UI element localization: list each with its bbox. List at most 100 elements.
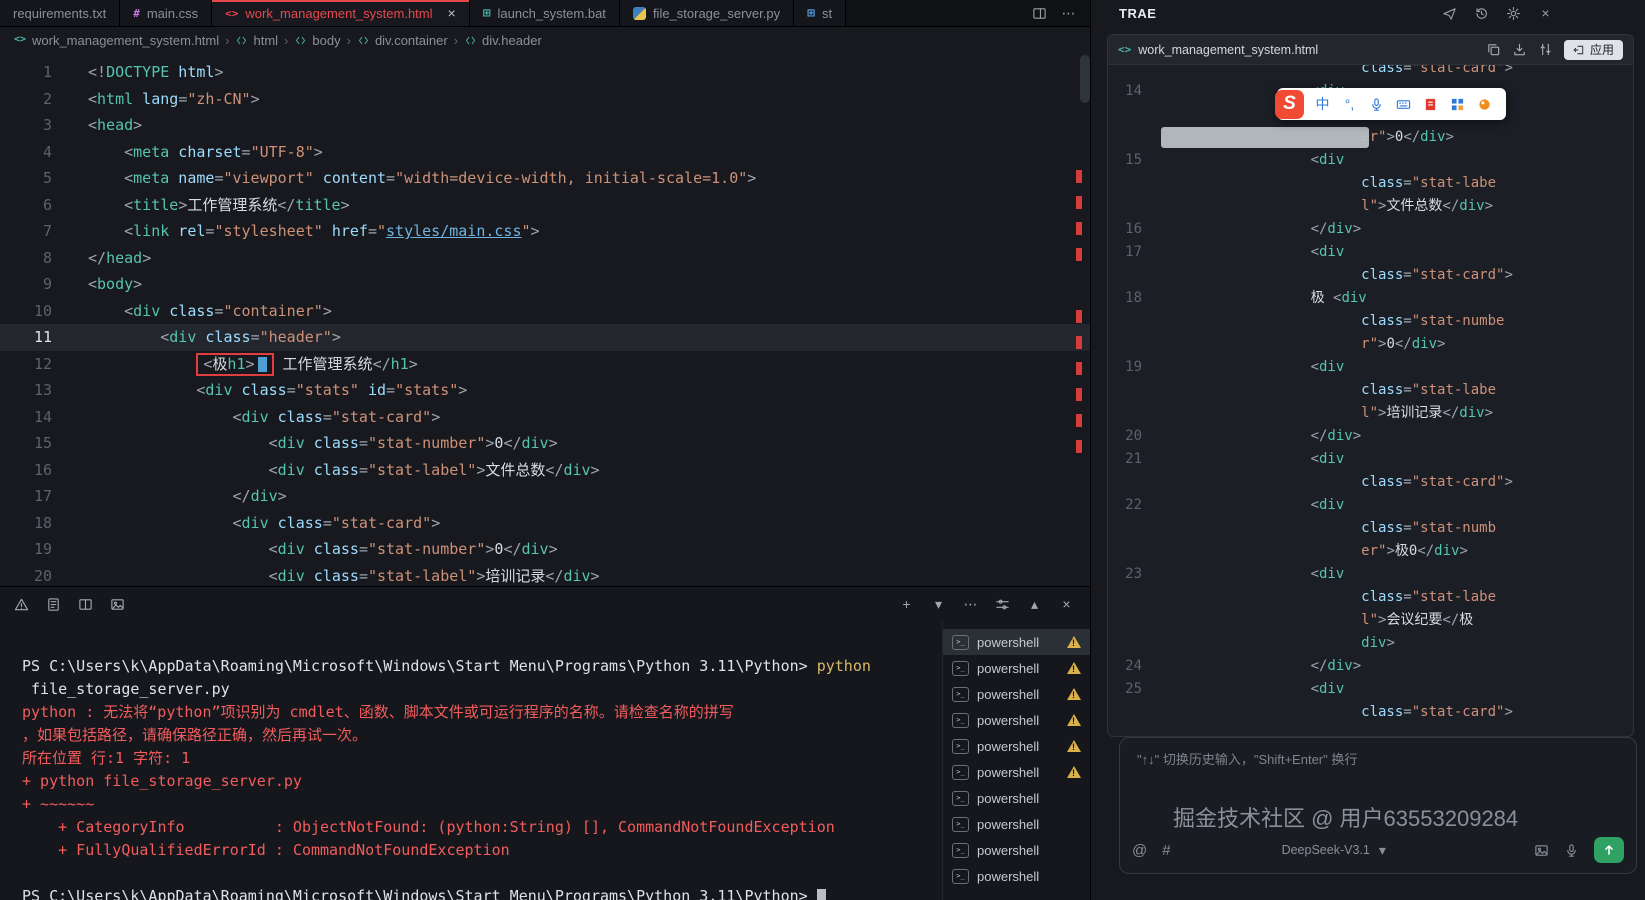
- line-number: 21: [1108, 448, 1142, 471]
- terminal-session-item[interactable]: >_powershell: [943, 759, 1090, 785]
- diff-code-icon[interactable]: [1538, 42, 1553, 57]
- attach-image-icon[interactable]: [1534, 843, 1549, 858]
- terminal-icon: >_: [952, 661, 969, 676]
- assistant-settings-icon[interactable]: [1506, 6, 1521, 21]
- close-panel-icon[interactable]: ×: [1538, 6, 1553, 21]
- terminal-session-item[interactable]: >_powershell: [943, 629, 1090, 655]
- close-tab-icon[interactable]: ×: [448, 5, 456, 21]
- tab-requirements.txt[interactable]: requirements.txt: [0, 0, 120, 26]
- line-number: 13: [0, 377, 52, 404]
- mic-icon[interactable]: [1363, 90, 1390, 118]
- code-editor[interactable]: 1<!DOCTYPE html>2<html lang="zh-CN">3<he…: [0, 53, 1090, 586]
- notebook-icon[interactable]: [1417, 90, 1444, 118]
- editor-line-1[interactable]: 1<!DOCTYPE html>: [0, 59, 1090, 86]
- terminal-session-item[interactable]: >_powershell: [943, 863, 1090, 889]
- insert-code-icon[interactable]: [1512, 42, 1527, 57]
- terminal-session-item[interactable]: >_powershell: [943, 811, 1090, 837]
- bat-file-icon: ⊞: [483, 6, 491, 21]
- editor-line-7[interactable]: 7 <link rel="stylesheet" href="styles/ma…: [0, 218, 1090, 245]
- assistant-code-row: 19<div: [1108, 356, 1633, 379]
- line-number: 17: [0, 483, 52, 510]
- breadcrumb-item-html[interactable]: html: [235, 33, 278, 48]
- terminal-filter-icon[interactable]: [995, 597, 1010, 612]
- editor-line-17[interactable]: 17 </div>: [0, 483, 1090, 510]
- editor-line-18[interactable]: 18 <div class="stat-card">: [0, 510, 1090, 537]
- line-content: </div>: [52, 483, 287, 510]
- line-content: <meta charset="UTF-8">: [52, 139, 323, 166]
- editor-line-16[interactable]: 16 <div class="stat-label">文件总数</div>: [0, 457, 1090, 484]
- editor-line-11[interactable]: 11 <div class="header">: [0, 324, 1090, 351]
- line-content: </head>: [52, 245, 151, 272]
- editor-line-2[interactable]: 2<html lang="zh-CN">: [0, 86, 1090, 113]
- split-editor-icon[interactable]: [1032, 6, 1047, 21]
- terminal-session-item[interactable]: >_powershell: [943, 655, 1090, 681]
- breadcrumb-item-body[interactable]: body: [294, 33, 340, 48]
- terminal-session-item[interactable]: >_powershell: [943, 707, 1090, 733]
- terminal-profile-dropdown-icon[interactable]: ▾: [931, 597, 946, 612]
- split-terminal-icon[interactable]: [78, 597, 93, 612]
- mention-icon[interactable]: @: [1132, 842, 1147, 859]
- breadcrumb-item-div.container[interactable]: div.container: [357, 33, 448, 48]
- terminal-session-item[interactable]: >_powershell: [943, 733, 1090, 759]
- terminal-session-item[interactable]: >_powershell: [943, 681, 1090, 707]
- editor-line-20[interactable]: 20 <div class="stat-label">培训记录</div>: [0, 563, 1090, 587]
- breadcrumb-item-work_management_system.html[interactable]: <>work_management_system.html: [14, 33, 219, 48]
- line-number: 2: [0, 86, 52, 113]
- keyboard-icon[interactable]: [1390, 90, 1417, 118]
- suggested-code-block[interactable]: class="stat-card">14<divclass="stat-numb…: [1108, 65, 1633, 736]
- tab-launch_system.bat[interactable]: ⊞launch_system.bat: [470, 0, 620, 26]
- editor-more-actions-icon[interactable]: ⋯: [1061, 6, 1076, 21]
- tab-file_storage_server.py[interactable]: file_storage_server.py: [620, 0, 794, 26]
- editor-scrollbar-thumb[interactable]: [1080, 55, 1090, 103]
- line-number: 16: [1108, 218, 1142, 241]
- assistant-code-row: class="stat-labe: [1108, 586, 1633, 609]
- editor-line-6[interactable]: 6 <title>工作管理系统</title>: [0, 192, 1090, 219]
- editor-line-15[interactable]: 15 <div class="stat-number">0</div>: [0, 430, 1090, 457]
- editor-line-14[interactable]: 14 <div class="stat-card">: [0, 404, 1090, 431]
- editor-line-4[interactable]: 4 <meta charset="UTF-8">: [0, 139, 1090, 166]
- copy-code-icon[interactable]: [1486, 42, 1501, 57]
- chat-history-icon[interactable]: [1474, 6, 1489, 21]
- new-terminal-icon[interactable]: +: [899, 597, 914, 612]
- error-mark: [1076, 222, 1082, 235]
- close-terminal-icon[interactable]: ×: [1059, 597, 1074, 612]
- tab-main.css[interactable]: #main.css: [120, 0, 212, 26]
- terminal-more-actions-icon[interactable]: ⋯: [963, 597, 978, 612]
- terminal-session-item[interactable]: >_powershell: [943, 785, 1090, 811]
- warning-icon: [1067, 740, 1081, 752]
- editor-line-13[interactable]: 13 <div class="stats" id="stats">: [0, 377, 1090, 404]
- editor-line-12[interactable]: 12 <极h1> 工作管理系统</h1>: [0, 351, 1090, 378]
- model-selector[interactable]: DeepSeek-V3.1 ▾: [1282, 843, 1390, 858]
- line-number: [1108, 172, 1142, 195]
- brush-icon[interactable]: [1471, 90, 1498, 118]
- sogou-logo-icon[interactable]: S: [1275, 90, 1304, 119]
- editor-line-8[interactable]: 8</head>: [0, 245, 1090, 272]
- punctuation-icon[interactable]: °,: [1336, 90, 1363, 118]
- terminal-output[interactable]: PS C:\Users\k\AppData\Roaming\Microsoft\…: [0, 621, 942, 900]
- share-chat-icon[interactable]: [1442, 6, 1457, 21]
- assistant-code-row: l">文件总数</div>: [1108, 195, 1633, 218]
- problems-icon[interactable]: [14, 597, 29, 612]
- breadcrumb-item-div.header[interactable]: div.header: [464, 33, 542, 48]
- terminal-line: + FullyQualifiedErrorId : CommandNotFoun…: [22, 839, 942, 862]
- editor-line-5[interactable]: 5 <meta name="viewport" content="width=d…: [0, 165, 1090, 192]
- editor-line-19[interactable]: 19 <div class="stat-number">0</div>: [0, 536, 1090, 563]
- tab-work_management_system.html[interactable]: <>work_management_system.html×: [212, 0, 470, 26]
- editor-line-3[interactable]: 3<head>: [0, 112, 1090, 139]
- terminal-session-item[interactable]: >_powershell: [943, 837, 1090, 863]
- editor-line-9[interactable]: 9<body>: [0, 271, 1090, 298]
- assistant-code-row: class="stat-numb: [1108, 517, 1633, 540]
- line-content: </div>: [1142, 425, 1361, 448]
- editor-line-10[interactable]: 10 <div class="container">: [0, 298, 1090, 325]
- tab-st[interactable]: ⊞st: [794, 0, 846, 26]
- voice-input-icon[interactable]: [1564, 843, 1579, 858]
- output-icon[interactable]: [46, 597, 61, 612]
- command-icon[interactable]: #: [1162, 842, 1170, 859]
- chinese-mode-icon[interactable]: 中: [1309, 90, 1336, 118]
- apply-button[interactable]: 应用: [1564, 40, 1623, 60]
- grid4-icon[interactable]: [1444, 90, 1471, 118]
- send-button[interactable]: [1594, 837, 1624, 863]
- line-content: <div class="header">: [52, 324, 341, 351]
- maximize-terminal-icon[interactable]: ▴: [1027, 597, 1042, 612]
- screenshot-icon[interactable]: [110, 597, 125, 612]
